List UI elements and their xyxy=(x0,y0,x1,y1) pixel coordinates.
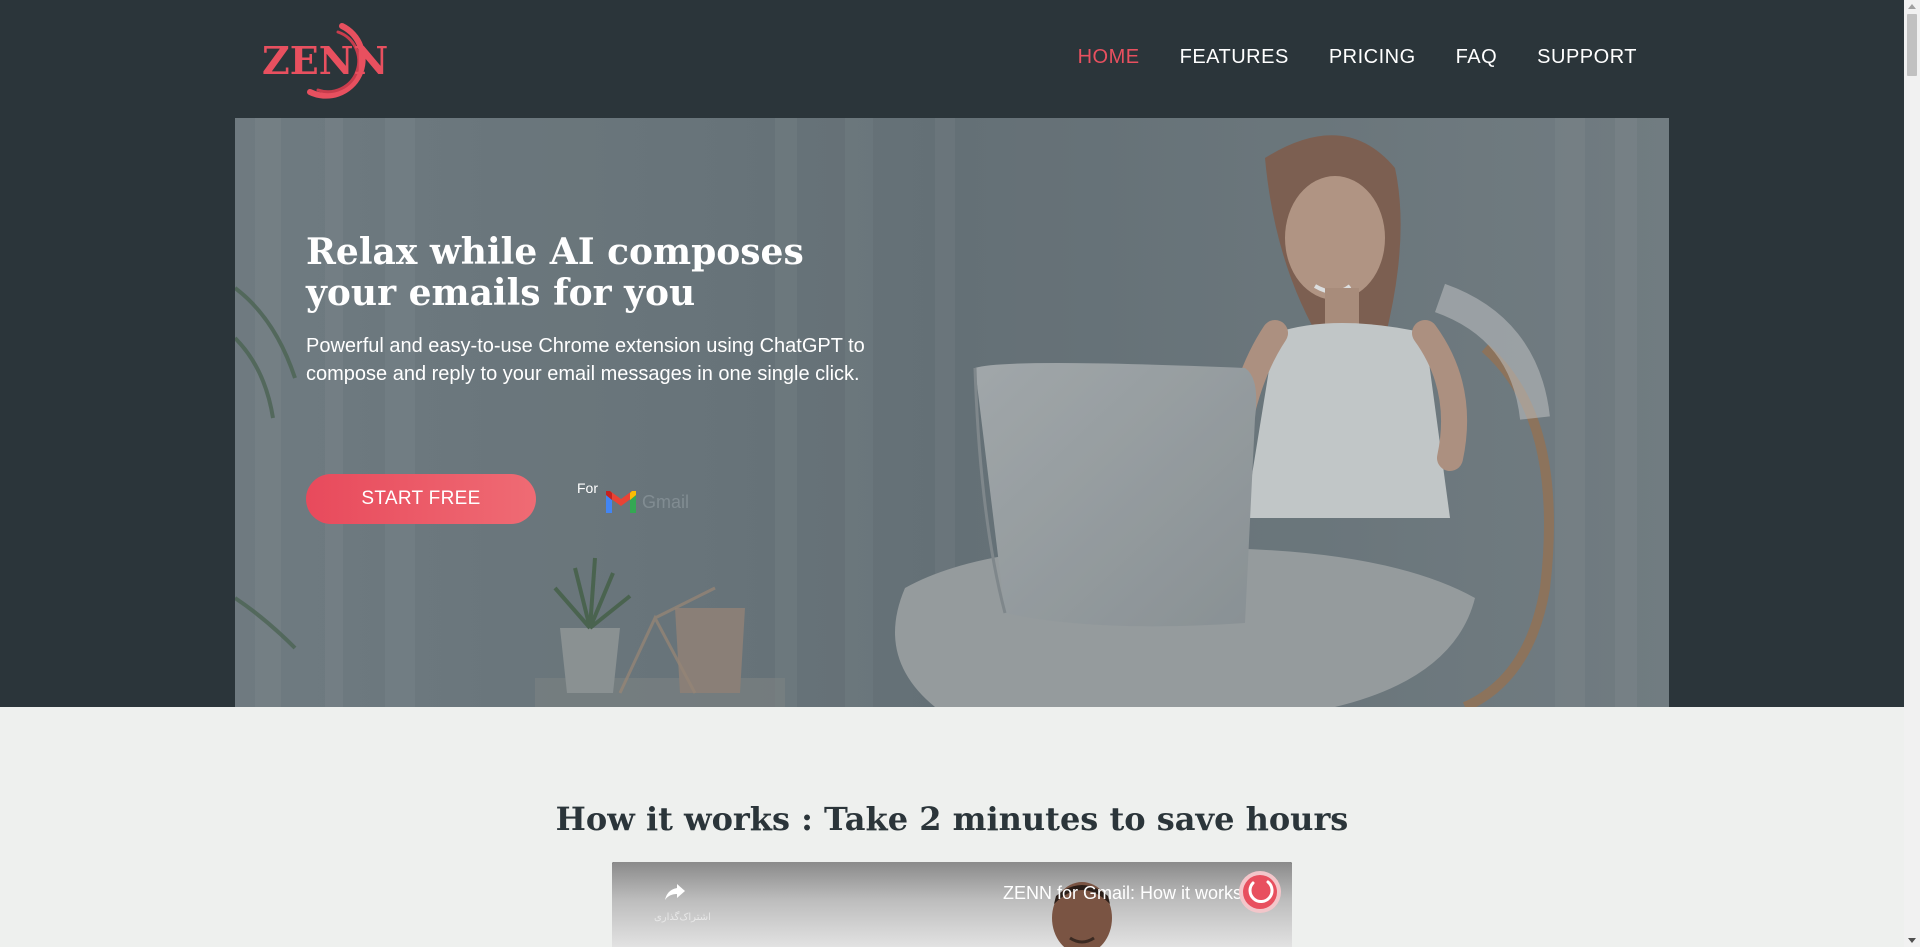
nav-home[interactable]: HOME xyxy=(1078,46,1140,69)
zenn-logo-icon: ZENN xyxy=(262,23,388,99)
hero-section: Relax while AI composes your emails for … xyxy=(235,118,1669,707)
main-nav: HOME FEATURES PRICING FAQ SUPPORT xyxy=(1038,46,1637,69)
hero-subtitle-line-2: compose and reply to your email messages… xyxy=(306,363,860,385)
start-free-button[interactable]: START FREE xyxy=(306,474,536,524)
nav-features[interactable]: FEATURES xyxy=(1180,46,1289,69)
share-label: اشتراک‌گذاری xyxy=(654,912,711,923)
video-title[interactable]: ZENN for Gmail: How it works xyxy=(992,883,1242,904)
page-scrollbar[interactable] xyxy=(1904,0,1920,947)
video-thumbnail xyxy=(612,862,1292,947)
nav-pricing[interactable]: PRICING xyxy=(1329,46,1416,69)
share-button[interactable]: اشتراک‌گذاری xyxy=(632,872,711,923)
channel-logo-icon[interactable] xyxy=(1238,870,1282,914)
hero-title-line-2: your emails for you xyxy=(306,272,696,314)
nav-faq[interactable]: FAQ xyxy=(1456,46,1498,69)
hero-subtitle-line-1: Powerful and easy-to-use Chrome extensio… xyxy=(306,335,865,357)
scroll-up-arrow-icon[interactable] xyxy=(1908,4,1916,9)
nav-support[interactable]: SUPPORT xyxy=(1537,46,1637,69)
hero-title: Relax while AI composes your emails for … xyxy=(306,232,826,314)
gmail-icon xyxy=(606,491,636,513)
share-icon xyxy=(665,884,685,900)
how-it-works-title: How it works : Take 2 minutes to save ho… xyxy=(555,800,1349,838)
hero-subtitle: Powerful and easy-to-use Chrome extensio… xyxy=(306,332,866,388)
video-embed[interactable]: اشتراک‌گذاری ZENN for Gmail: How it work… xyxy=(612,862,1292,947)
scroll-down-arrow-icon[interactable] xyxy=(1908,938,1916,943)
for-gmail-badge: For Gmail xyxy=(577,480,717,520)
for-label: For xyxy=(577,480,598,496)
scrollbar-thumb[interactable] xyxy=(1907,14,1917,76)
zenn-logo[interactable]: ZENN xyxy=(258,18,394,102)
hero-overlay xyxy=(235,118,1669,707)
hero-title-line-1: Relax while AI composes xyxy=(306,231,804,273)
gmail-wordmark: Gmail xyxy=(642,492,690,512)
logo-text: ZENN xyxy=(262,38,388,83)
